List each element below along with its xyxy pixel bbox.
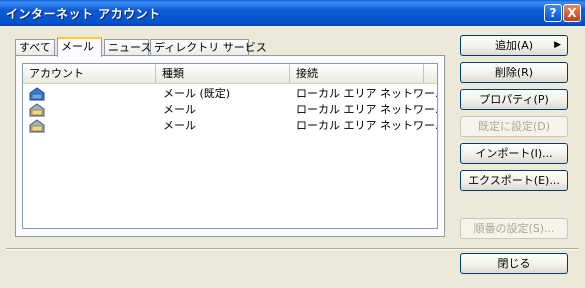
title-bar: インターネット アカウント ? X	[0, 0, 585, 26]
submenu-arrow-icon: ▶	[554, 40, 561, 50]
export-button[interactable]: エクスポート(E)...	[460, 170, 568, 191]
list-header: アカウント 種類 接続	[23, 64, 437, 84]
column-header-type[interactable]: 種類	[156, 64, 290, 83]
account-connection: ローカル エリア ネットワー...	[296, 87, 438, 100]
window-title: インターネット アカウント	[6, 7, 161, 21]
account-connection: ローカル エリア ネットワー...	[296, 119, 438, 132]
mail-account-icon	[29, 119, 45, 133]
mail-account-icon	[29, 87, 45, 101]
list-item[interactable]: メール (既定) ローカル エリア ネットワー...	[23, 86, 437, 102]
account-type: メール	[163, 103, 196, 116]
close-button[interactable]: 閉じる	[460, 253, 568, 274]
tab-all[interactable]: すべて	[15, 39, 55, 55]
column-header-connection[interactable]: 接続	[290, 64, 424, 83]
internet-accounts-dialog: インターネット アカウント ? X すべて メール ニュース ディレクトリ サー…	[0, 0, 585, 288]
account-type: メール	[163, 119, 196, 132]
help-button[interactable]: ?	[544, 4, 562, 22]
remove-button[interactable]: 削除(R)	[460, 62, 568, 83]
add-button[interactable]: 追加(A) ▶	[460, 35, 568, 56]
mail-tab-panel: アカウント 種類 接続 メール (既定) ローカル エリア ネットワー... メ…	[15, 55, 445, 237]
close-window-button[interactable]: X	[563, 4, 581, 22]
list-item[interactable]: メール ローカル エリア ネットワー...	[23, 118, 437, 134]
add-button-label: 追加(A)	[494, 39, 534, 52]
mail-account-icon	[29, 103, 45, 117]
properties-button[interactable]: プロパティ(P)	[460, 89, 568, 110]
tab-mail[interactable]: メール	[57, 37, 102, 57]
set-order-button[interactable]: 順番の設定(S)...	[460, 218, 568, 239]
bottom-divider	[6, 248, 579, 250]
tab-news[interactable]: ニュース	[104, 39, 151, 55]
list-item[interactable]: メール ローカル エリア ネットワー...	[23, 102, 437, 118]
import-button[interactable]: インポート(I)...	[460, 143, 568, 164]
account-connection: ローカル エリア ネットワー...	[296, 103, 438, 116]
account-type: メール (既定)	[163, 87, 231, 100]
set-default-button[interactable]: 既定に設定(D)	[460, 116, 568, 137]
tab-directory-service[interactable]: ディレクトリ サービス	[150, 39, 267, 55]
column-header-account[interactable]: アカウント	[23, 64, 156, 83]
accounts-list[interactable]: アカウント 種類 接続 メール (既定) ローカル エリア ネットワー... メ…	[22, 63, 438, 229]
